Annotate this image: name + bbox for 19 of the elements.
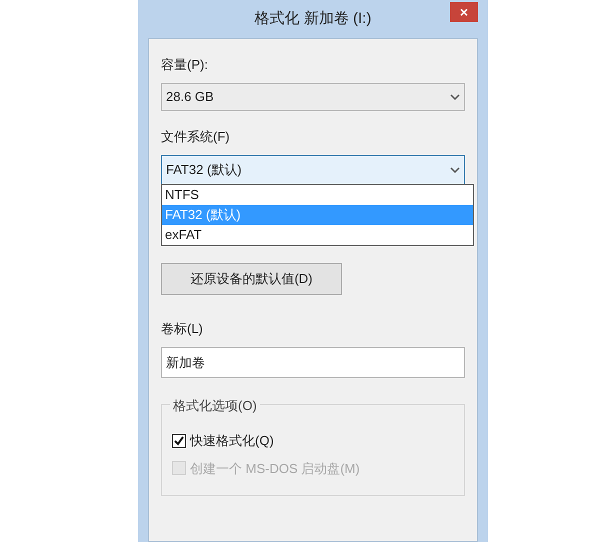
window-title: 格式化 新加卷 (I:)	[254, 8, 372, 29]
volume-label-label: 卷标(L)	[161, 320, 204, 337]
file-system-dropdown[interactable]: FAT32 (默认)	[161, 155, 465, 185]
capacity-dropdown[interactable]: 28.6 GB	[161, 83, 465, 111]
chevron-down-icon	[450, 94, 460, 100]
capacity-value: 28.6 GB	[166, 88, 214, 106]
capacity-label: 容量(P):	[161, 56, 209, 73]
file-system-value: FAT32 (默认)	[166, 161, 242, 180]
dropdown-option[interactable]: NTFS	[162, 185, 473, 205]
volume-label-field[interactable]: 新加卷	[161, 347, 465, 378]
chevron-down-icon	[450, 167, 460, 173]
checked-checkbox[interactable]	[172, 434, 186, 448]
dropdown-option[interactable]: exFAT	[162, 225, 473, 245]
file-system-label: 文件系统(F)	[161, 128, 231, 145]
close-button[interactable]: ×	[450, 2, 478, 22]
restore-defaults-button[interactable]: 还原设备的默认值(D)	[161, 263, 342, 295]
checkbox-label: 创建一个 MS-DOS 启动盘(M)	[190, 460, 360, 478]
group-title: 格式化选项(O)	[170, 396, 260, 416]
checkbox-label: 快速格式化(Q)	[190, 432, 274, 450]
